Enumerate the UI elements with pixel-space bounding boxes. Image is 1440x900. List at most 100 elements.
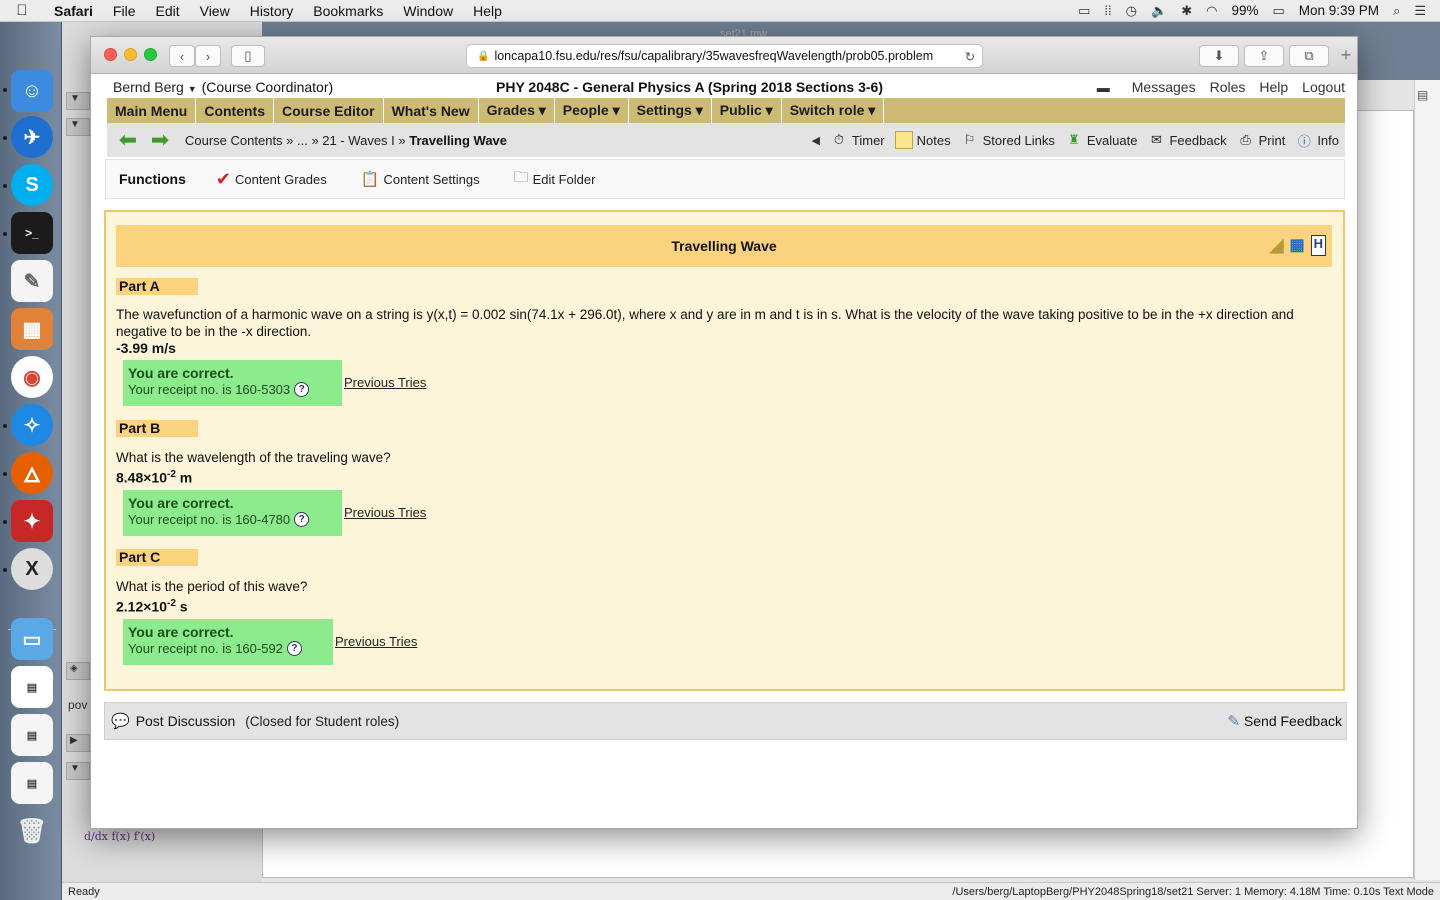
skype-icon[interactable]: S <box>11 164 53 206</box>
grading-chart-icon[interactable]: ▦ <box>1289 235 1304 256</box>
menu-grades[interactable]: Grades ▾ <box>479 98 555 123</box>
notification-center-icon[interactable]: ☰ <box>1414 3 1426 19</box>
help-question-icon[interactable]: ? <box>286 641 302 656</box>
terminal-icon[interactable]: >_ <box>11 212 53 254</box>
menu-history[interactable]: History <box>240 3 304 19</box>
firefox-icon[interactable]: 🜂 <box>11 452 53 494</box>
ruler-triangle-icon[interactable]: ◢ <box>1270 235 1284 256</box>
collapse-triangle-icon[interactable]: ◀ <box>811 134 819 147</box>
menu-people[interactable]: People ▾ <box>555 98 629 123</box>
tool-icon[interactable]: ◈ <box>66 662 90 680</box>
menu-contents[interactable]: Contents <box>196 98 275 123</box>
menu-window[interactable]: Window <box>393 3 463 19</box>
function-content-settings[interactable]: 📋 Content Settings <box>361 170 480 188</box>
chrome-icon[interactable]: ◉ <box>11 356 53 398</box>
loncapa-header: Bernd Berg ▼ (Course Coordinator) PHY 20… <box>113 76 1345 98</box>
share-button[interactable]: ⇪ <box>1244 45 1284 67</box>
menu-settings[interactable]: Settings ▾ <box>629 98 712 123</box>
spotlight-search-icon[interactable]: ⌕ <box>1393 3 1400 19</box>
part-b-previous-tries-link[interactable]: Previous Tries <box>344 505 426 520</box>
collapse-arrow-icon[interactable]: ▼ <box>66 118 90 136</box>
link-help[interactable]: Help <box>1259 79 1288 95</box>
x11-icon[interactable]: X <box>11 548 53 590</box>
tabs-overview-button[interactable]: ⧉ <box>1289 45 1329 67</box>
trash-icon[interactable]: 🗑 <box>11 810 53 852</box>
previous-page-arrow-icon[interactable]: ⬅ <box>115 127 141 152</box>
tool-info[interactable]: ⓘ Info <box>1295 131 1339 149</box>
textedit-icon[interactable]: ✎ <box>11 260 53 302</box>
menu-public[interactable]: Public ▾ <box>712 98 782 123</box>
menu-clock[interactable]: Mon 9:39 PM <box>1299 3 1379 18</box>
math-palette-icon[interactable]: d/dx f(x) f′(x) <box>84 830 155 843</box>
sidebar-toggle-button[interactable]: ▯ <box>231 45 265 67</box>
finder-icon[interactable]: ☺ <box>11 70 53 112</box>
zoom-window-button[interactable] <box>144 48 157 61</box>
part-c-answer-base: 2.12×10 <box>116 598 167 615</box>
function-content-grades[interactable]: ✔ Content Grades <box>216 169 327 190</box>
menu-app-name[interactable]: Safari <box>44 3 103 19</box>
next-page-arrow-icon[interactable]: ➡ <box>147 127 173 152</box>
help-question-icon[interactable]: ? <box>294 512 310 527</box>
link-messages[interactable]: Messages <box>1132 79 1196 95</box>
tool-feedback[interactable]: ✉ Feedback <box>1147 131 1227 149</box>
airplay-icon[interactable]: ▭ <box>1078 3 1090 19</box>
menu-help[interactable]: Help <box>463 3 512 19</box>
document-thumbnail-icon[interactable]: ▤ <box>11 762 53 804</box>
link-logout[interactable]: Logout <box>1302 79 1345 95</box>
post-discussion-link[interactable]: 💬 Post Discussion <box>111 712 235 730</box>
back-button[interactable]: ‹ <box>169 45 195 67</box>
breadcrumb[interactable]: Course Contents » ... » 21 - Waves I » T… <box>185 133 507 148</box>
folder-icon[interactable]: ▭ <box>11 618 53 660</box>
menu-file[interactable]: File <box>103 3 146 19</box>
document-panel-icon[interactable]: ▤ <box>1417 88 1438 102</box>
menu-bookmarks[interactable]: Bookmarks <box>303 3 393 19</box>
volume-icon[interactable]: 🔈 <box>1151 3 1167 19</box>
apple-icon[interactable]:  <box>0 2 44 19</box>
inbox-icon[interactable]: ▬ <box>1097 80 1110 95</box>
mail-bird-icon[interactable]: ✈ <box>11 116 53 158</box>
menu-main-menu[interactable]: Main Menu <box>107 98 197 123</box>
breadcrumb-path[interactable]: Course Contents » ... » 21 - Waves I » <box>185 133 409 148</box>
safari-icon[interactable]: ✧ <box>11 404 53 446</box>
address-bar[interactable]: 🔒 loncapa10.fsu.edu/res/fsu/capalibrary/… <box>466 44 983 68</box>
downloads-button[interactable]: ⬇ <box>1199 45 1239 67</box>
tool-stored-links[interactable]: ⚐ Stored Links <box>961 131 1055 149</box>
hint-help-icon[interactable]: H <box>1310 235 1326 256</box>
forward-button[interactable]: › <box>195 45 221 67</box>
document-thumbnail-icon[interactable]: ▤ <box>11 666 53 708</box>
menu-edit[interactable]: Edit <box>145 3 189 19</box>
collapse-arrow-icon[interactable]: ▼ <box>66 762 90 780</box>
close-window-button[interactable] <box>104 48 117 61</box>
function-edit-folder[interactable]: 🗀 Edit Folder <box>514 167 596 192</box>
battery-icon[interactable]: ▭ <box>1272 3 1284 19</box>
calculator-icon[interactable]: ▦ <box>11 308 53 350</box>
collapse-arrow-icon[interactable]: ▼ <box>66 92 90 110</box>
part-a-answer: -3.99 m/s <box>116 340 176 356</box>
sidebar-icon: ▯ <box>244 48 252 63</box>
tool-print[interactable]: ⎙ Print <box>1237 131 1285 149</box>
part-a-previous-tries-link[interactable]: Previous Tries <box>344 375 426 390</box>
tool-timer[interactable]: ⏱ Timer <box>830 131 885 149</box>
menu-whats-new[interactable]: What's New <box>384 98 479 123</box>
user-name[interactable]: Bernd Berg ▼ <box>113 79 197 95</box>
link-roles[interactable]: Roles <box>1210 79 1246 95</box>
time-machine-icon[interactable]: ◷ <box>1126 3 1137 19</box>
menu-view[interactable]: View <box>190 3 240 19</box>
wifi-icon[interactable]: ◠ <box>1206 3 1217 19</box>
reload-icon[interactable]: ↻ <box>958 49 982 64</box>
help-question-icon[interactable]: ? <box>294 382 310 397</box>
menu-switch-role[interactable]: Switch role ▾ <box>782 98 885 123</box>
bluetooth-icon[interactable]: ✱ <box>1181 3 1192 19</box>
tool-evaluate[interactable]: ♜ Evaluate <box>1065 131 1137 149</box>
minimize-window-button[interactable] <box>124 48 137 61</box>
new-tab-button[interactable]: + <box>1335 45 1357 67</box>
part-c-previous-tries-link[interactable]: Previous Tries <box>335 634 417 649</box>
send-feedback-link[interactable]: ✎ Send Feedback <box>1227 712 1342 730</box>
dock: ☺ ✈ S >_ ✎ ▦ ◉ ✧ 🜂 ✦ X ▭ ▤ ▤ ▤ 🗑 <box>0 22 62 900</box>
document-thumbnail-icon[interactable]: ▤ <box>11 714 53 756</box>
menu-course-editor[interactable]: Course Editor <box>274 98 384 123</box>
tool-notes[interactable]: Notes <box>894 131 951 149</box>
dots-grid-icon[interactable]: ⁞⁞ <box>1104 3 1111 18</box>
expand-arrow-icon[interactable]: ▶ <box>66 734 90 752</box>
maple-icon[interactable]: ✦ <box>11 500 53 542</box>
